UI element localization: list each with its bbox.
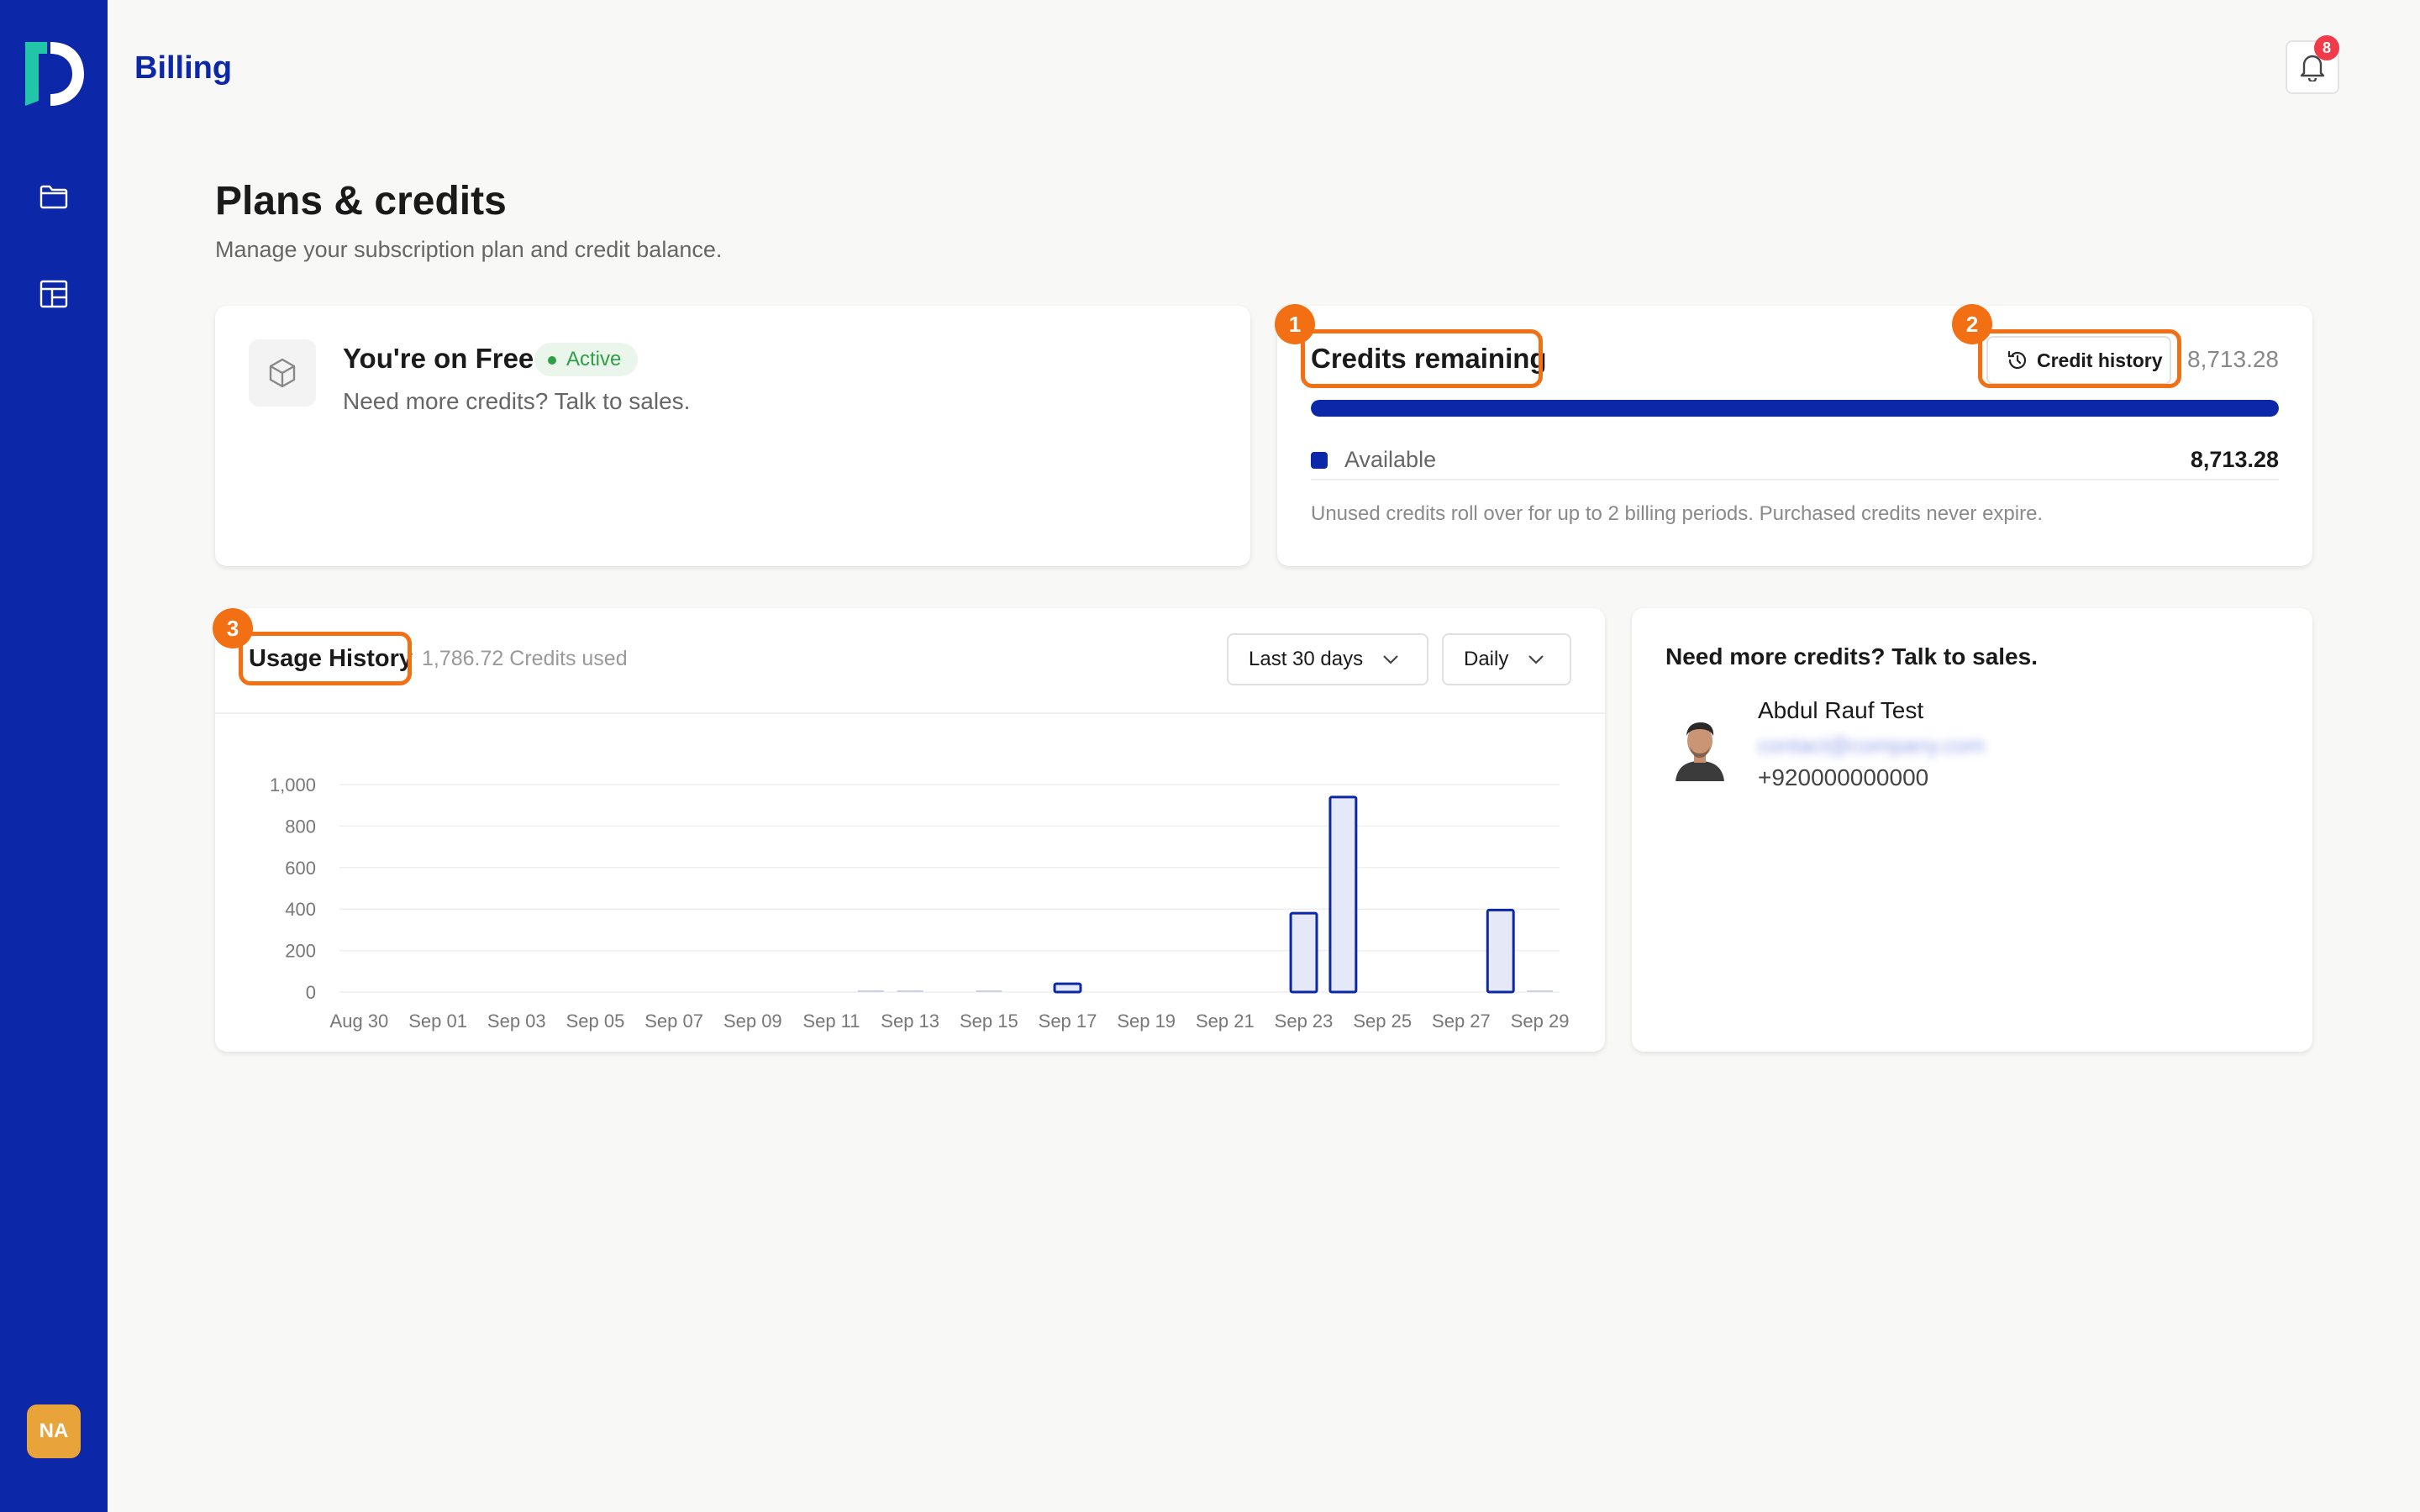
y-tick-label: 600 — [285, 858, 316, 879]
chevron-down-icon — [1528, 655, 1544, 664]
usage-chart: 0 200 400 600 800 1,000 Aug 30 Sep 01 Sep 03 Sep … — [270, 774, 1570, 1032]
page-subtitle: Manage your subscription plan and credit… — [215, 237, 723, 262]
bar — [1328, 795, 1358, 994]
x-tick-label: Sep 27 — [1432, 1011, 1491, 1032]
divider — [1311, 479, 2279, 480]
sales-card: Need more credits? Talk to sales. Abdul … — [1632, 608, 2312, 1052]
x-tick-label: Sep 03 — [487, 1011, 546, 1032]
x-tick-label: Sep 11 — [802, 1011, 860, 1032]
y-tick-label: 0 — [306, 982, 316, 1003]
credits-note: Unused credits roll over for up to 2 bil… — [1311, 502, 2044, 525]
annotation-highlight-usage-history — [239, 632, 412, 685]
date-range-select[interactable]: Last 30 days — [1227, 633, 1428, 685]
box-icon — [249, 339, 316, 407]
bar — [976, 990, 1002, 992]
x-tick-label: Sep 21 — [1196, 1011, 1255, 1032]
user-avatar[interactable]: NA — [27, 1404, 81, 1458]
contact-phone: +920000000000 — [1758, 764, 1929, 790]
available-legend-label: Available — [1344, 447, 1437, 472]
bar — [857, 990, 884, 992]
x-tick-label: Sep 15 — [960, 1011, 1018, 1032]
plan-title: You're on Free — [343, 343, 534, 374]
annotation-marker-2: 2 — [1952, 304, 1992, 344]
layout-icon[interactable] — [37, 277, 71, 311]
credits-progress-fill — [1311, 400, 2279, 417]
logo[interactable] — [22, 39, 86, 109]
contact-email[interactable]: contact@company.com — [1758, 732, 1985, 759]
x-tick-label: Sep 05 — [566, 1011, 625, 1032]
y-tick-label: 1,000 — [270, 774, 316, 795]
divider — [215, 712, 1605, 714]
x-tick-label: Sep 19 — [1117, 1011, 1176, 1032]
plan-subtitle: Need more credits? Talk to sales. — [343, 388, 691, 414]
x-tick-label: Aug 30 — [330, 1011, 389, 1032]
credits-total: 8,713.28 — [2187, 346, 2279, 372]
x-tick-label: Sep 25 — [1353, 1011, 1412, 1032]
x-tick-label: Sep 23 — [1275, 1011, 1334, 1032]
date-range-label: Last 30 days — [1249, 648, 1364, 670]
annotation-highlight-credit-history — [1978, 329, 2181, 388]
x-tick-label: Sep 09 — [723, 1011, 782, 1032]
notification-badge: 8 — [2314, 35, 2339, 60]
bar — [1053, 982, 1082, 994]
sales-title: Need more credits? Talk to sales. — [1665, 643, 2038, 669]
bar — [1486, 908, 1515, 994]
usage-summary: 1,786.72 Credits used — [422, 647, 628, 670]
folder-icon[interactable] — [37, 180, 71, 213]
available-legend-value: 8,713.28 — [2190, 447, 2279, 472]
x-tick-label: Sep 29 — [1511, 1011, 1570, 1032]
plan-card: You're on Free Active Need more credits?… — [215, 306, 1250, 566]
x-tick-label: Sep 17 — [1039, 1011, 1097, 1032]
x-tick-label: Sep 13 — [881, 1011, 939, 1032]
available-legend-swatch — [1311, 452, 1328, 469]
bar — [1289, 911, 1318, 994]
granularity-select[interactable]: Daily — [1442, 633, 1571, 685]
chevron-down-icon — [1383, 655, 1398, 664]
page-title: Plans & credits — [215, 179, 507, 223]
bar — [1527, 990, 1554, 992]
contact-avatar — [1672, 714, 1728, 781]
bar — [897, 990, 923, 992]
y-tick-label: 200 — [285, 941, 316, 962]
sidebar: NA — [0, 0, 108, 1512]
x-tick-label: Sep 01 — [408, 1011, 467, 1032]
x-tick-label: Sep 07 — [644, 1011, 703, 1032]
app-title: Billing — [134, 50, 233, 86]
y-tick-label: 800 — [285, 816, 316, 837]
y-tick-label: 400 — [285, 899, 316, 920]
annotation-highlight-credits-remaining — [1301, 329, 1543, 388]
granularity-label: Daily — [1464, 648, 1509, 670]
annotation-marker-1: 1 — [1275, 304, 1315, 344]
status-badge: Active — [534, 343, 639, 376]
usage-history-card: Usage History 1,786.72 Credits used Last… — [215, 608, 1605, 1052]
contact-name: Abdul Rauf Test — [1758, 697, 1924, 723]
annotation-marker-3: 3 — [213, 608, 253, 648]
credits-progress-bar — [1311, 400, 2279, 417]
